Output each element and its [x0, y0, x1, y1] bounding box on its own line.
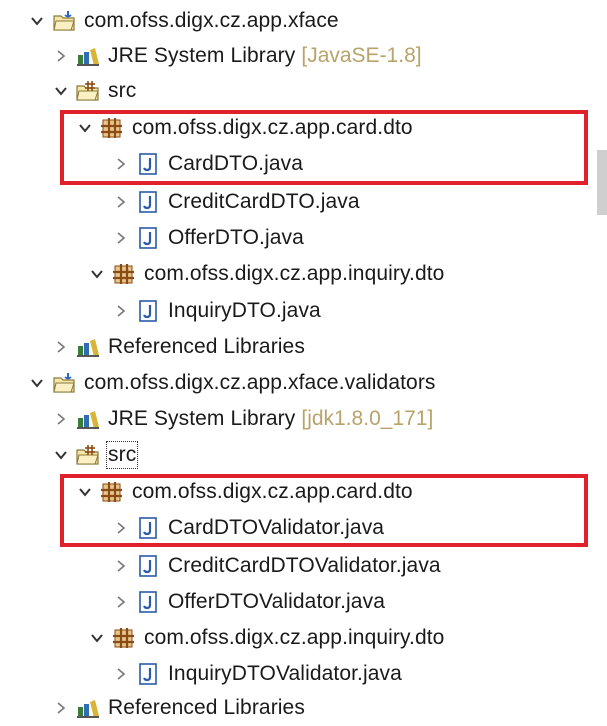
- tree-item-label: InquiryDTO.java: [168, 299, 321, 322]
- chevron-right-icon[interactable]: [52, 699, 70, 717]
- java-file-icon: [136, 663, 160, 685]
- package-explorer-tree: com.ofss.digx.cz.app.xface JRE System Li…: [0, 0, 607, 723]
- chevron-right-icon[interactable]: [112, 665, 130, 683]
- chevron-right-icon[interactable]: [112, 557, 130, 575]
- java-file-icon: [136, 191, 160, 213]
- tree-item-src[interactable]: src: [52, 73, 136, 109]
- tree-item-label: CardDTOValidator.java: [168, 516, 385, 539]
- chevron-right-icon[interactable]: [112, 193, 130, 211]
- library-icon: [76, 408, 100, 430]
- source-folder-icon: [76, 444, 100, 466]
- tree-item-project-xface[interactable]: com.ofss.digx.cz.app.xface: [28, 3, 339, 39]
- java-file-icon: [136, 227, 160, 249]
- chevron-down-icon[interactable]: [88, 265, 106, 283]
- tree-item-label: CreditCardDTO.java: [168, 190, 360, 213]
- source-folder-icon: [76, 80, 100, 102]
- tree-item-label: CardDTO.java: [168, 152, 304, 175]
- chevron-down-icon[interactable]: [52, 82, 70, 100]
- tree-item-package-card-dto[interactable]: com.ofss.digx.cz.app.card.dto: [76, 474, 413, 510]
- tree-item-referenced-libraries[interactable]: Referenced Libraries: [52, 690, 305, 726]
- tree-item-package-card-dto[interactable]: com.ofss.digx.cz.app.card.dto: [76, 110, 413, 146]
- tree-item-file-creditcarddto[interactable]: CreditCardDTO.java: [112, 184, 360, 220]
- tree-item-label: Referenced Libraries: [108, 335, 305, 358]
- tree-item-src[interactable]: src: [52, 437, 139, 473]
- package-icon: [112, 627, 136, 649]
- tree-item-file-creditcarddtovalidator[interactable]: CreditCardDTOValidator.java: [112, 548, 441, 584]
- java-file-icon: [136, 153, 160, 175]
- chevron-down-icon[interactable]: [88, 629, 106, 647]
- tree-item-file-carddtovalidator[interactable]: CardDTOValidator.java: [112, 510, 384, 546]
- library-icon: [76, 336, 100, 358]
- tree-item-jre-library[interactable]: JRE System Library [jdk1.8.0_171]: [52, 401, 433, 437]
- tree-item-label: JRE System Library: [108, 407, 296, 430]
- tree-item-label: JRE System Library: [108, 44, 296, 67]
- java-file-icon: [136, 300, 160, 322]
- chevron-right-icon[interactable]: [112, 229, 130, 247]
- tree-item-file-carddto[interactable]: CardDTO.java: [112, 146, 303, 182]
- tree-item-file-inquirydtovalidator[interactable]: InquiryDTOValidator.java: [112, 656, 402, 692]
- tree-item-project-validators[interactable]: com.ofss.digx.cz.app.xface.validators: [28, 365, 436, 401]
- tree-item-referenced-libraries[interactable]: Referenced Libraries: [52, 329, 305, 365]
- chevron-down-icon[interactable]: [52, 446, 70, 464]
- library-version-decoration: [JavaSE-1.8]: [301, 44, 422, 67]
- chevron-right-icon[interactable]: [112, 593, 130, 611]
- tree-item-label: com.ofss.digx.cz.app.xface.validators: [84, 371, 436, 394]
- tree-item-label: com.ofss.digx.cz.app.xface: [84, 9, 339, 32]
- tree-item-label: CreditCardDTOValidator.java: [168, 554, 441, 577]
- library-icon: [76, 697, 100, 719]
- chevron-right-icon[interactable]: [112, 519, 130, 537]
- tree-item-file-offerdto[interactable]: OfferDTO.java: [112, 220, 304, 256]
- tree-item-file-inquirydto[interactable]: InquiryDTO.java: [112, 293, 321, 329]
- tree-item-label: src: [105, 441, 139, 469]
- tree-item-label: OfferDTOValidator.java: [168, 590, 385, 613]
- java-project-icon: [52, 10, 76, 32]
- java-project-icon: [52, 372, 76, 394]
- tree-item-package-inquiry-dto[interactable]: com.ofss.digx.cz.app.inquiry.dto: [88, 256, 444, 292]
- chevron-down-icon[interactable]: [76, 483, 94, 501]
- tree-item-label: com.ofss.digx.cz.app.card.dto: [132, 480, 413, 503]
- tree-item-package-inquiry-dto[interactable]: com.ofss.digx.cz.app.inquiry.dto: [88, 620, 444, 656]
- library-version-decoration: [jdk1.8.0_171]: [301, 407, 434, 430]
- tree-item-jre-library[interactable]: JRE System Library [JavaSE-1.8]: [52, 38, 422, 74]
- chevron-right-icon[interactable]: [112, 155, 130, 173]
- chevron-right-icon[interactable]: [52, 338, 70, 356]
- tree-item-label: OfferDTO.java: [168, 226, 304, 249]
- tree-item-file-offerdtovalidator[interactable]: OfferDTOValidator.java: [112, 584, 385, 620]
- tree-item-label: src: [108, 79, 137, 102]
- chevron-down-icon[interactable]: [28, 374, 46, 392]
- vertical-scrollbar-thumb[interactable]: [597, 150, 607, 215]
- tree-item-label: com.ofss.digx.cz.app.card.dto: [132, 116, 413, 139]
- chevron-down-icon[interactable]: [76, 119, 94, 137]
- chevron-right-icon[interactable]: [112, 302, 130, 320]
- chevron-right-icon[interactable]: [52, 47, 70, 65]
- package-icon: [112, 263, 136, 285]
- package-icon: [100, 117, 124, 139]
- java-file-icon: [136, 591, 160, 613]
- tree-item-label: Referenced Libraries: [108, 696, 305, 719]
- tree-item-label: com.ofss.digx.cz.app.inquiry.dto: [144, 262, 445, 285]
- tree-item-label: InquiryDTOValidator.java: [168, 662, 402, 685]
- library-icon: [76, 45, 100, 67]
- tree-item-label: com.ofss.digx.cz.app.inquiry.dto: [144, 626, 445, 649]
- package-icon: [100, 481, 124, 503]
- java-file-icon: [136, 555, 160, 577]
- chevron-down-icon[interactable]: [28, 12, 46, 30]
- chevron-right-icon[interactable]: [52, 410, 70, 428]
- java-file-icon: [136, 517, 160, 539]
